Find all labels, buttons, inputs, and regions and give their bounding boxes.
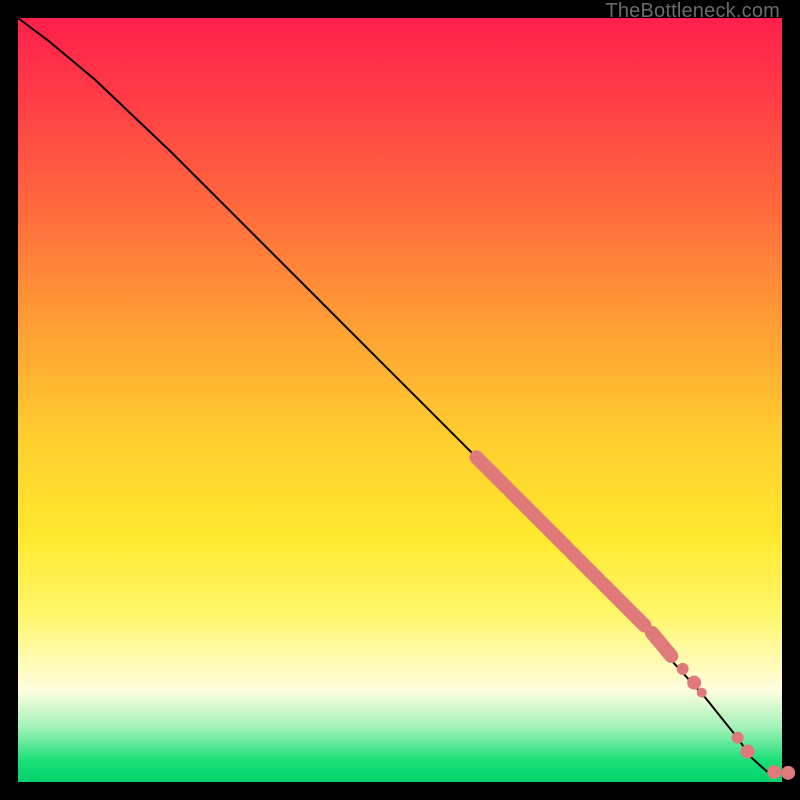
data-point: [677, 663, 689, 675]
data-point: [687, 676, 701, 690]
data-cluster: [511, 492, 568, 549]
point-group: [677, 663, 795, 780]
data-cluster: [476, 457, 507, 488]
data-point: [767, 765, 781, 779]
data-cluster: [652, 633, 671, 656]
data-point: [732, 732, 744, 744]
data-point: [781, 766, 795, 780]
watermark-label: TheBottleneck.com: [605, 0, 780, 23]
data-cluster: [602, 583, 644, 625]
cluster-group: [476, 457, 671, 656]
data-point: [697, 688, 707, 698]
chart-frame: TheBottleneck.com: [0, 0, 800, 800]
data-cluster: [572, 553, 599, 580]
chart-overlay: [18, 18, 782, 782]
data-point: [741, 744, 755, 758]
